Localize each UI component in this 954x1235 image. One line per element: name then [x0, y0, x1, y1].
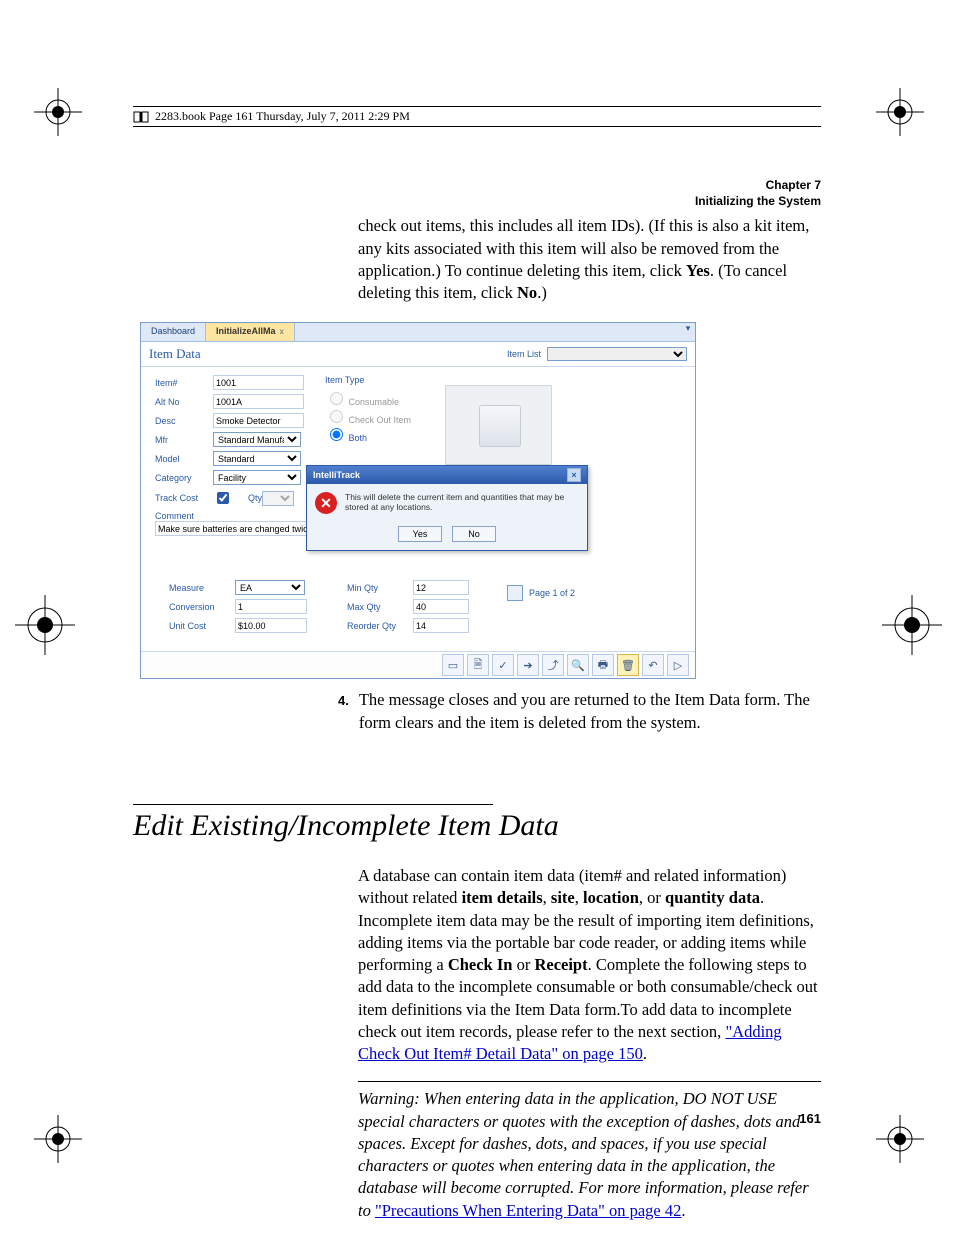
label-measure: Measure [169, 583, 235, 593]
tab-overflow-icon[interactable]: ▾ [681, 323, 695, 341]
input-unitcost[interactable] [235, 618, 307, 633]
toolbar-btn-3[interactable]: ➔ [517, 654, 539, 676]
label-model: Model [155, 454, 213, 464]
toolbar-btn-6[interactable]: 🖶 [592, 654, 614, 676]
crop-mark-icon [882, 595, 942, 655]
section-title: Edit Existing/Incomplete Item Data [133, 809, 821, 843]
step-4: 4. The message closes and you are return… [338, 689, 821, 734]
input-minqty[interactable] [413, 580, 469, 595]
dialog-yes-button[interactable]: Yes [398, 526, 442, 542]
select-qty [262, 491, 294, 506]
item-list-select[interactable] [547, 347, 687, 361]
input-item[interactable] [213, 375, 304, 390]
embedded-screenshot: Dashboard InitializeAllMax ▾ Item Data I… [133, 322, 821, 679]
chapter-label: Chapter 7 [133, 177, 821, 193]
dialog-no-button[interactable]: No [452, 526, 496, 542]
toolbar-btn-4[interactable]: ⤴ [542, 654, 564, 676]
label-category: Category [155, 473, 213, 483]
item-list-label: Item List [507, 349, 541, 359]
input-conversion[interactable] [235, 599, 307, 614]
dialog-title: IntelliTrack [313, 470, 360, 480]
crop-mark-icon [15, 595, 75, 655]
dialog-message: This will delete the current item and qu… [345, 492, 579, 512]
radio-consumable[interactable]: Consumable [325, 389, 411, 407]
label-comment: Comment [155, 511, 194, 521]
app-window: Dashboard InitializeAllMax ▾ Item Data I… [140, 322, 696, 679]
toolbar: ▭ 🗎 ✓ ➔ ⤴ 🔍 🖶 🗑 ↶ ▷ [141, 651, 695, 678]
label-track: Track Cost [155, 493, 213, 503]
checkbox-trackcost[interactable] [217, 492, 229, 504]
item-type-group: Item Type Consumable Check Out Item Both [325, 375, 411, 443]
label-maxqty: Max Qty [347, 602, 413, 612]
step-text: The message closes and you are returned … [359, 689, 821, 734]
crop-mark-icon [876, 88, 924, 136]
image-preview [445, 385, 552, 465]
select-measure[interactable]: EA [235, 580, 305, 595]
crop-mark-icon [876, 1115, 924, 1163]
warning-text: Warning: When entering data in the appli… [358, 1088, 821, 1222]
book-header: 2283.book Page 161 Thursday, July 7, 201… [133, 106, 821, 127]
close-icon[interactable]: x [280, 327, 284, 336]
paragraph-continuation: check out items, this includes all item … [358, 215, 821, 304]
select-model[interactable]: Standard [213, 451, 301, 466]
page-number: 161 [799, 1111, 821, 1126]
chapter-header: Chapter 7 Initializing the System [133, 177, 821, 209]
pager-text: Page 1 of 2 [529, 588, 575, 598]
label-qty: Qty [248, 493, 262, 503]
book-header-text: 2283.book Page 161 Thursday, July 7, 201… [155, 109, 410, 124]
warning-rule-top [358, 1081, 821, 1082]
label-conversion: Conversion [169, 602, 235, 612]
dialog-close-icon[interactable]: × [567, 468, 581, 482]
label-itemtype: Item Type [325, 375, 411, 385]
input-alt[interactable] [213, 394, 304, 409]
label-unitcost: Unit Cost [169, 621, 235, 631]
label-item: Item# [155, 378, 213, 388]
confirm-dialog: IntelliTrack × ✕ This will delete the cu… [306, 465, 588, 551]
paragraph-intro: A database can contain item data (item# … [358, 865, 821, 1065]
radio-both[interactable]: Both [325, 425, 411, 443]
pager-icon[interactable] [507, 585, 523, 601]
toolbar-btn-2[interactable]: ✓ [492, 654, 514, 676]
select-category[interactable]: Facility [213, 470, 301, 485]
form-title: Item Data [149, 346, 201, 362]
tab-initialize[interactable]: InitializeAllMax [206, 323, 295, 341]
label-alt: Alt No [155, 397, 213, 407]
label-desc: Desc [155, 416, 213, 426]
label-minqty: Min Qty [347, 583, 413, 593]
tab-bar: Dashboard InitializeAllMax ▾ [141, 323, 695, 342]
label-reorderqty: Reorder Qty [347, 621, 413, 631]
tab-dashboard[interactable]: Dashboard [141, 323, 206, 341]
input-reorderqty[interactable] [413, 618, 469, 633]
link-precautions[interactable]: "Precautions When Entering Data" on page… [375, 1201, 681, 1220]
toolbar-btn-1[interactable]: 🗎 [467, 654, 489, 676]
select-mfr[interactable]: Standard Manufacturin [213, 432, 301, 447]
section-rule [133, 804, 493, 805]
book-icon [133, 110, 149, 124]
label-mfr: Mfr [155, 435, 213, 445]
input-desc[interactable] [213, 413, 304, 428]
toolbar-btn-0[interactable]: ▭ [442, 654, 464, 676]
step-number: 4. [338, 689, 349, 734]
input-comment[interactable] [155, 521, 311, 536]
error-icon: ✕ [315, 492, 337, 514]
crop-mark-icon [34, 1115, 82, 1163]
toolbar-btn-8[interactable]: ↶ [642, 654, 664, 676]
crop-mark-icon [34, 88, 82, 136]
pager: Page 1 of 2 [507, 585, 575, 601]
input-maxqty[interactable] [413, 599, 469, 614]
radio-checkout[interactable]: Check Out Item [325, 407, 411, 425]
toolbar-btn-9[interactable]: ▷ [667, 654, 689, 676]
toolbar-btn-5[interactable]: 🔍 [567, 654, 589, 676]
toolbar-btn-7[interactable]: 🗑 [617, 654, 639, 676]
chapter-title: Initializing the System [133, 193, 821, 209]
